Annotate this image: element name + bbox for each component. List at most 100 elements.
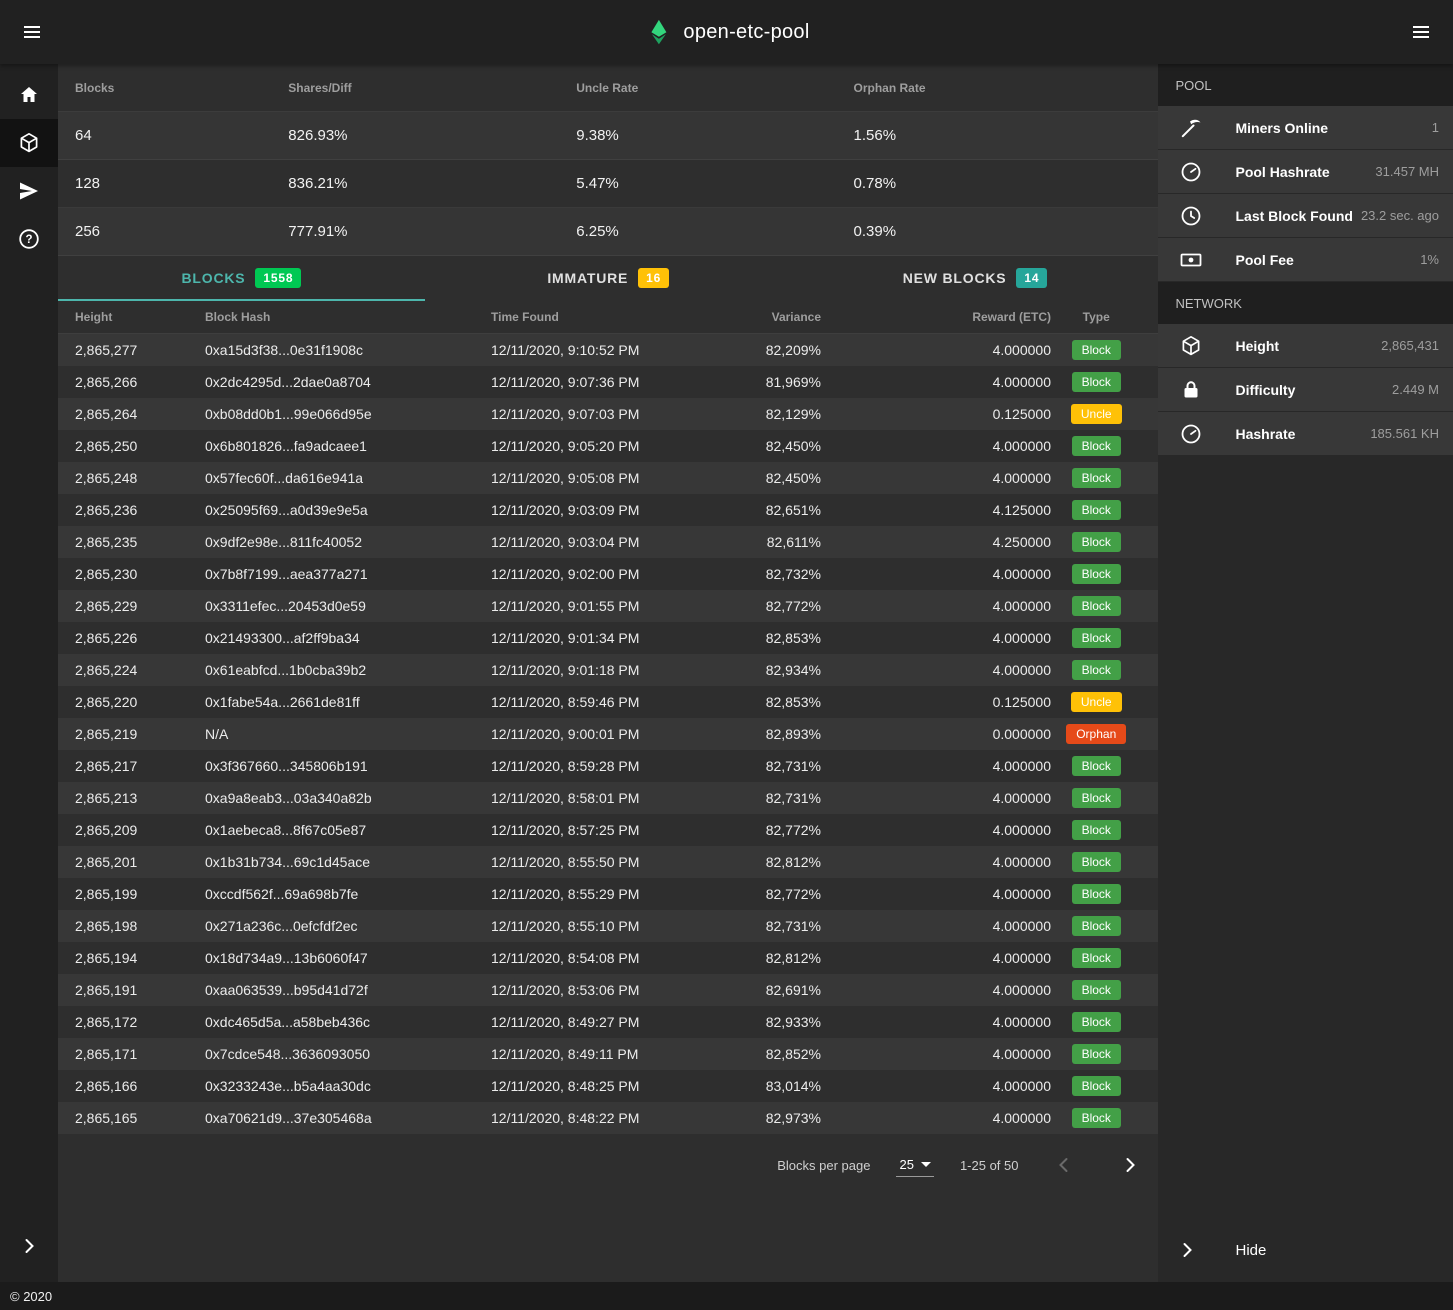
nav-item-blocks[interactable] (0, 119, 58, 167)
block-row: 2,865,236 0x25095f69...a0d39e9e5a 12/11/… (58, 494, 1158, 526)
nav-item-home[interactable] (0, 71, 58, 119)
block-row: 2,865,277 0xa15d3f38...0e31f1908c 12/11/… (58, 334, 1158, 366)
sidebar-hide-button[interactable]: Hide (1158, 1218, 1453, 1282)
col-reward: Reward (ETC) (821, 310, 1051, 324)
block-height: 2,865,166 (75, 1078, 205, 1094)
block-time-found: 12/11/2020, 8:55:29 PM (491, 886, 701, 902)
block-height: 2,865,236 (75, 502, 205, 518)
block-variance: 82,450% (701, 438, 821, 454)
stat-value: 2,865,431 (1381, 338, 1439, 353)
main-content: Blocks Shares/Diff Uncle Rate Orphan Rat… (58, 64, 1158, 1282)
chevron-right-icon (17, 1234, 41, 1258)
block-type-cell: Block (1051, 884, 1141, 904)
block-row: 2,865,198 0x271a236c...0efcfdf2ec 12/11/… (58, 910, 1158, 942)
block-height: 2,865,248 (75, 470, 205, 486)
pickaxe-icon (1179, 116, 1203, 140)
block-reward: 4.000000 (821, 1014, 1051, 1030)
type-chip: Block (1072, 564, 1121, 584)
type-chip: Block (1072, 628, 1121, 648)
block-type-cell: Block (1051, 916, 1141, 936)
left-nav: ? (0, 64, 58, 1282)
right-menu-button[interactable] (1397, 8, 1445, 56)
stat-value: 31.457 MH (1375, 164, 1439, 179)
block-row: 2,865,201 0x1b31b734...69c1d45ace 12/11/… (58, 846, 1158, 878)
type-chip: Block (1072, 372, 1121, 392)
stat-value: 1% (1420, 252, 1439, 267)
block-reward: 4.000000 (821, 438, 1051, 454)
block-time-found: 12/11/2020, 9:05:20 PM (491, 438, 701, 454)
block-height: 2,865,199 (75, 886, 205, 902)
stat-label: Pool Fee (1235, 252, 1412, 268)
block-hash: 0xccdf562f...69a698b7fe (205, 886, 491, 902)
block-hash: 0x9df2e98e...811fc40052 (205, 534, 491, 550)
col-height: Height (75, 310, 205, 324)
menu-icon (20, 20, 44, 44)
type-chip: Block (1072, 1108, 1121, 1128)
block-row: 2,865,235 0x9df2e98e...811fc40052 12/11/… (58, 526, 1158, 558)
block-type-cell: Block (1051, 500, 1141, 520)
block-time-found: 12/11/2020, 8:59:28 PM (491, 758, 701, 774)
app-root: open-etc-pool ? (0, 0, 1453, 1310)
home-icon (17, 83, 41, 107)
block-time-found: 12/11/2020, 8:48:22 PM (491, 1110, 701, 1126)
copyright-text: © 2020 (10, 1289, 52, 1304)
block-reward: 4.000000 (821, 950, 1051, 966)
stats-row: 128 836.21% 5.47% 0.78% (58, 160, 1158, 208)
type-chip: Block (1072, 1044, 1121, 1064)
block-row: 2,865,199 0xccdf562f...69a698b7fe 12/11/… (58, 878, 1158, 910)
brand: open-etc-pool (643, 17, 809, 47)
block-height: 2,865,219 (75, 726, 205, 742)
stats-blocks-value: 64 (75, 127, 288, 144)
chevron-right-icon (1175, 1238, 1199, 1262)
block-height: 2,865,266 (75, 374, 205, 390)
type-chip: Block (1072, 596, 1121, 616)
block-row: 2,865,226 0x21493300...af2ff9ba34 12/11/… (58, 622, 1158, 654)
stats-orphan-value: 0.39% (854, 223, 1142, 240)
next-page-button[interactable] (1110, 1145, 1150, 1185)
tab-immature[interactable]: IMMATURE 16 (425, 256, 792, 301)
block-reward: 0.000000 (821, 726, 1051, 742)
block-variance: 82,934% (701, 662, 821, 678)
nav-item-help[interactable]: ? (0, 215, 58, 263)
tab-new-blocks[interactable]: NEW BLOCKS 14 (792, 256, 1159, 301)
block-type-cell: Block (1051, 532, 1141, 552)
stat-value: 2.449 M (1392, 382, 1439, 397)
block-time-found: 12/11/2020, 8:49:11 PM (491, 1046, 701, 1062)
nav-item-payments[interactable] (0, 167, 58, 215)
block-variance: 82,611% (701, 534, 821, 550)
block-row: 2,865,248 0x57fec60f...da616e941a 12/11/… (58, 462, 1158, 494)
block-reward: 4.000000 (821, 1078, 1051, 1094)
block-height: 2,865,220 (75, 694, 205, 710)
help-icon: ? (17, 227, 41, 251)
block-variance: 82,772% (701, 886, 821, 902)
block-type-cell: Block (1051, 1044, 1141, 1064)
block-hash: 0x3311efec...20453d0e59 (205, 598, 491, 614)
per-page-select[interactable]: 25 (896, 1153, 933, 1177)
block-height: 2,865,194 (75, 950, 205, 966)
left-menu-button[interactable] (8, 8, 56, 56)
stat-network-difficulty: Difficulty 2.449 M (1158, 368, 1453, 411)
stats-table-header: Blocks Shares/Diff Uncle Rate Orphan Rat… (58, 64, 1158, 112)
block-type-cell: Block (1051, 628, 1141, 648)
cube-icon (1179, 334, 1203, 358)
block-row: 2,865,266 0x2dc4295d...2dae0a8704 12/11/… (58, 366, 1158, 398)
block-row: 2,865,224 0x61eabfcd...1b0cba39b2 12/11/… (58, 654, 1158, 686)
block-hash: 0x7cdce548...3636093050 (205, 1046, 491, 1062)
block-type-cell: Uncle (1051, 404, 1141, 424)
tab-blocks[interactable]: BLOCKS 1558 (58, 256, 425, 301)
nav-collapse-button[interactable] (0, 1222, 58, 1270)
stats-blocks-value: 128 (75, 175, 288, 192)
blocks-table-rows: 2,865,277 0xa15d3f38...0e31f1908c 12/11/… (58, 334, 1158, 1134)
type-chip: Orphan (1066, 724, 1126, 744)
type-chip: Block (1072, 820, 1121, 840)
block-type-cell: Orphan (1051, 724, 1141, 744)
block-type-cell: Block (1051, 468, 1141, 488)
type-chip: Uncle (1071, 692, 1122, 712)
block-type-cell: Block (1051, 340, 1141, 360)
block-hash: 0xa15d3f38...0e31f1908c (205, 342, 491, 358)
block-row: 2,865,172 0xdc465d5a...a58beb436c 12/11/… (58, 1006, 1158, 1038)
prev-page-button[interactable] (1044, 1145, 1084, 1185)
tab-blocks-badge: 1558 (255, 268, 301, 288)
block-variance: 82,651% (701, 502, 821, 518)
block-time-found: 12/11/2020, 9:05:08 PM (491, 470, 701, 486)
